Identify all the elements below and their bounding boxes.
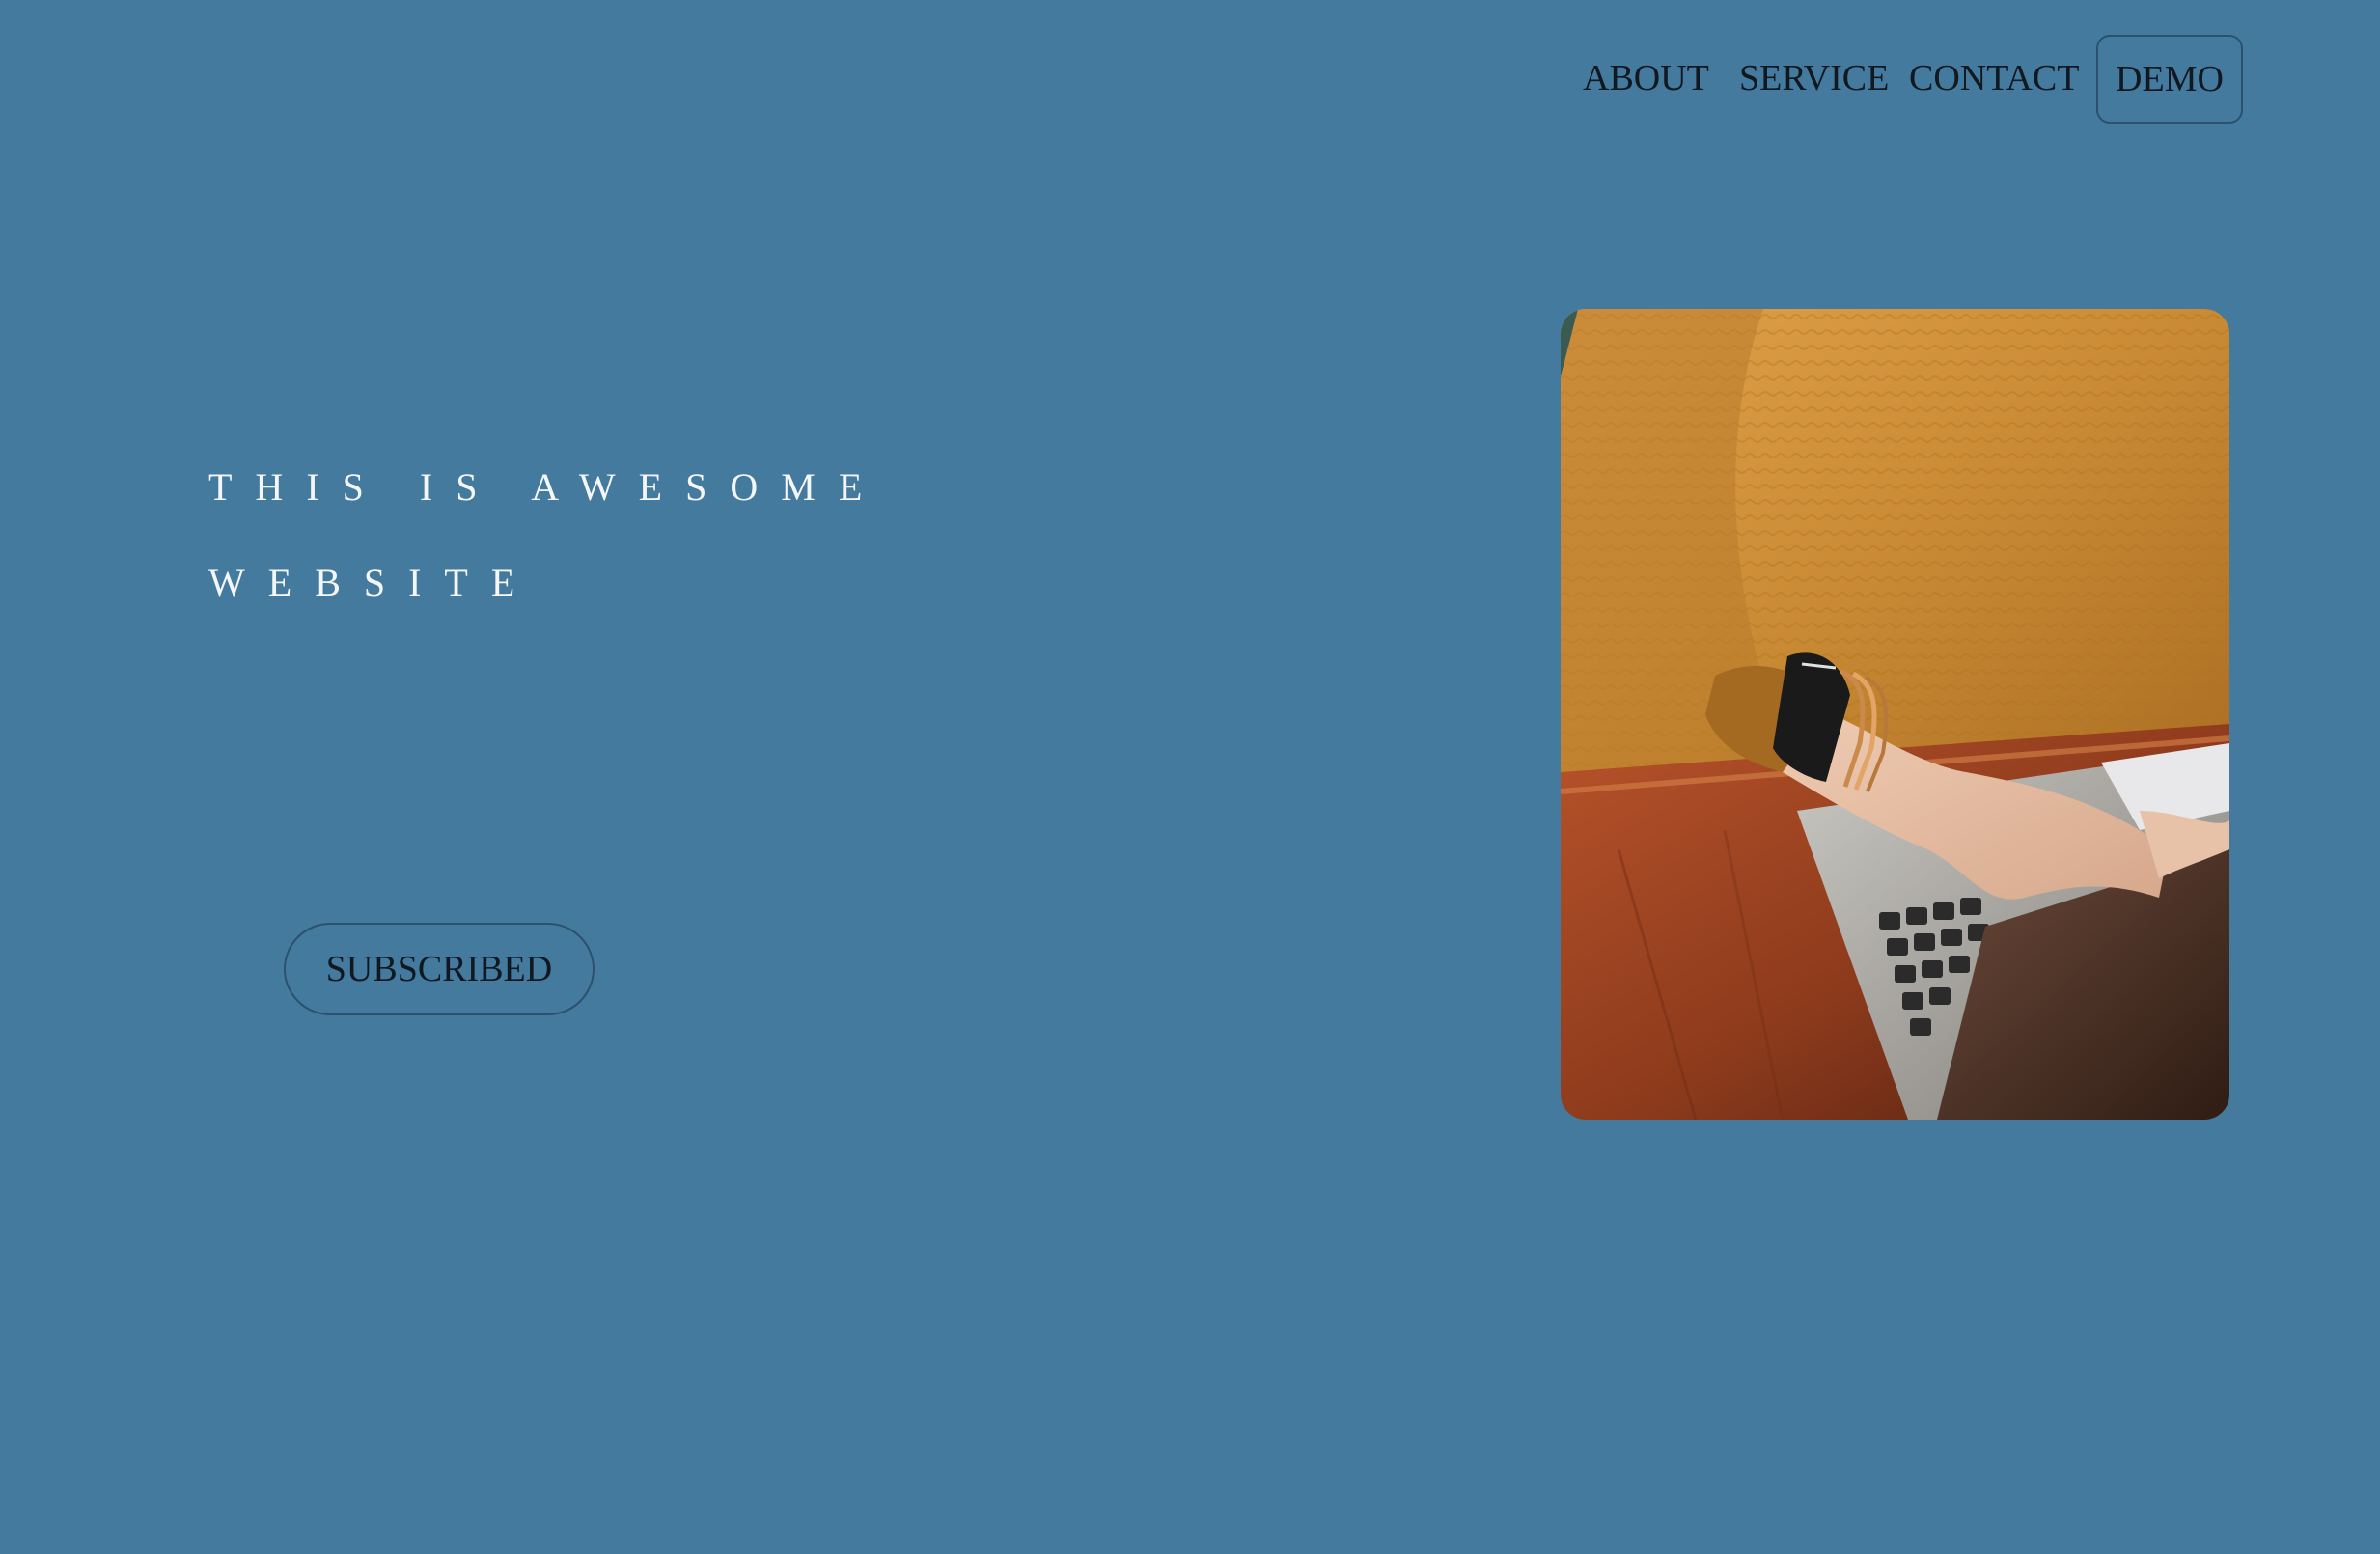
- top-navigation: ABOUT SERVICE CONTACT DEMO: [1564, 35, 2258, 127]
- demo-button[interactable]: DEMO: [2096, 35, 2243, 124]
- laptop-photo-icon: [1561, 309, 2229, 1120]
- landing-page: ABOUT SERVICE CONTACT DEMO THIS IS AWESO…: [0, 0, 2380, 1554]
- hero-photo: [1561, 309, 2229, 1120]
- nav-link-about[interactable]: ABOUT: [1583, 60, 1709, 97]
- nav-link-contact[interactable]: CONTACT: [1909, 60, 2079, 97]
- nav-link-service[interactable]: SERVICE: [1739, 60, 1889, 97]
- subscribed-button[interactable]: SUBSCRIBED: [284, 923, 595, 1015]
- hero-title-line-1: THIS IS AWESOME: [208, 465, 886, 509]
- hero-title-line-2: WEBSITE: [208, 561, 539, 604]
